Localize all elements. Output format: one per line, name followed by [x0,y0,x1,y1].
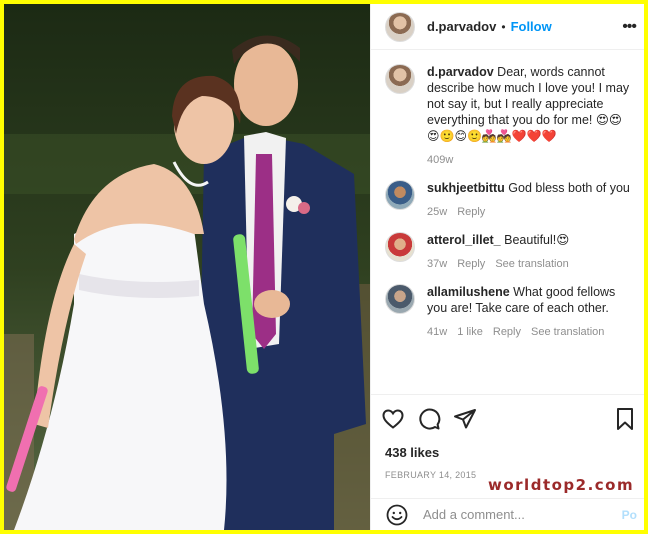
instagram-post-frame: d.parvadov • Follow ••• d.parvadov Dear,… [4,4,644,530]
commenter-username[interactable]: allamilushene [427,285,510,299]
comment-item: atterol_illet_ Beautiful!😍 37w Reply See… [385,232,634,272]
action-bar: 438 likes FEBRUARY 14, 2015 [371,394,644,480]
likes-count[interactable]: 438 likes [381,445,635,460]
see-translation-button[interactable]: See translation [495,256,568,272]
commenter-username[interactable]: atterol_illet_ [427,233,501,247]
comment-time[interactable]: 25w [427,204,447,220]
comment-text: Beautiful!😍 [504,233,570,247]
caption-time[interactable]: 409w [427,152,453,168]
action-icons [381,405,635,433]
comment-meta: 37w Reply See translation [427,256,634,272]
comment-likes[interactable]: 1 like [457,324,483,340]
comment-time[interactable]: 41w [427,324,447,340]
comment-meta: 41w 1 like Reply See translation [427,324,634,340]
reply-button[interactable]: Reply [457,204,485,220]
watermark-text: worldtop2.com [488,476,635,494]
share-icon[interactable] [453,407,477,431]
emoji-icon[interactable] [385,503,409,527]
comment-time[interactable]: 37w [427,256,447,272]
wedding-couple-photo [4,4,370,530]
post-sidebar: d.parvadov • Follow ••• d.parvadov Dear,… [370,4,644,530]
caption-avatar[interactable] [385,64,415,94]
post-photo[interactable] [4,4,370,530]
comment-icon[interactable] [417,407,441,431]
comment-meta: 25w Reply [427,204,634,220]
heart-icon[interactable] [381,407,405,431]
bookmark-icon[interactable] [615,407,635,431]
caption-meta: 409w [427,152,634,168]
more-options-icon[interactable]: ••• [622,18,637,36]
caption-comment: d.parvadov Dear, words cannot describe h… [385,64,634,168]
follow-button[interactable]: Follow [511,19,552,34]
caption-username[interactable]: d.parvadov [427,65,494,79]
commenter-avatar[interactable] [385,284,415,314]
comment-item: sukhjeetbittu God bless both of you 25w … [385,180,634,220]
post-comment-button[interactable]: Po [622,508,637,522]
commenter-username[interactable]: sukhjeetbittu [427,181,505,195]
comment-input[interactable] [423,507,613,522]
reply-button[interactable]: Reply [457,256,485,272]
author-username[interactable]: d.parvadov [427,19,496,34]
caption-emojis: 😍🙂😊🙂💑💑❤️❤️❤️ [427,129,557,143]
author-avatar[interactable] [385,11,415,42]
separator-dot: • [501,19,506,34]
comment-item: allamilushene What good fellows you are!… [385,284,634,340]
commenter-avatar[interactable] [385,232,415,262]
post-header: d.parvadov • Follow ••• [371,4,644,50]
add-comment-bar: Po [371,498,644,530]
commenter-avatar[interactable] [385,180,415,210]
comments-list[interactable]: d.parvadov Dear, words cannot describe h… [371,50,644,392]
see-translation-button[interactable]: See translation [531,324,604,340]
comment-text: God bless both of you [508,181,630,195]
reply-button[interactable]: Reply [493,324,521,340]
